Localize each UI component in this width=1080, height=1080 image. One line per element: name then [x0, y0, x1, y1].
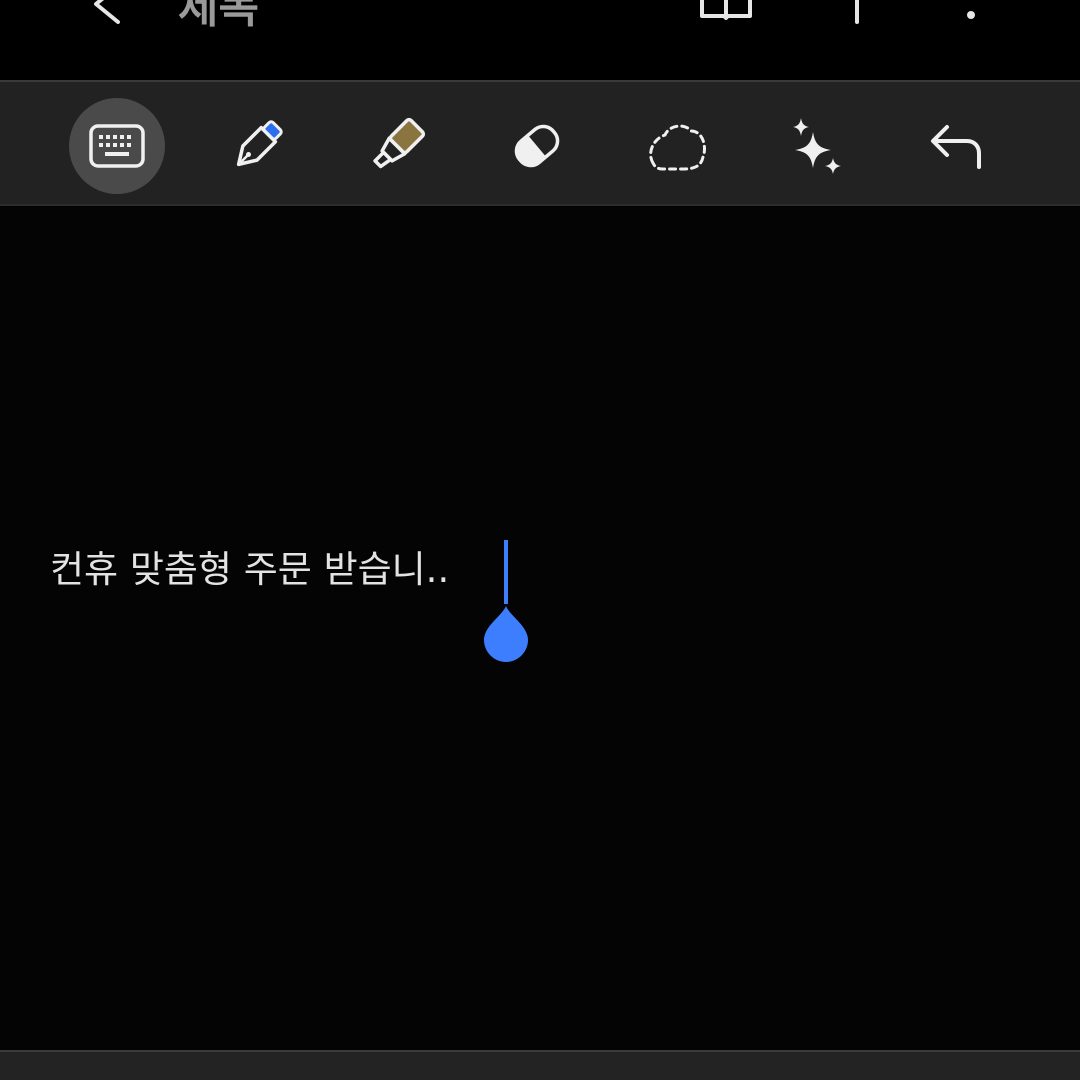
- book-icon: [700, 0, 752, 20]
- pen-tool-button[interactable]: [209, 98, 305, 194]
- share-button[interactable]: [840, 0, 874, 28]
- cursor-handle-icon: [484, 606, 528, 662]
- lasso-icon: [649, 124, 706, 171]
- keyboard-icon: [89, 124, 145, 168]
- text-cursor: [504, 540, 508, 604]
- pen-icon: [236, 120, 283, 167]
- sparkle-icon: [793, 118, 841, 174]
- app-bar: 제목: [0, 0, 1080, 80]
- lasso-tool-button[interactable]: [629, 98, 725, 194]
- more-icon: [967, 11, 975, 19]
- keyboard-tool-button[interactable]: [69, 98, 165, 194]
- more-options-button[interactable]: [956, 0, 986, 24]
- book-view-button[interactable]: [696, 0, 756, 20]
- notes-screen: 제목 컨휴 맞춤형 주문 받습니..: [0, 0, 1080, 1080]
- note-text[interactable]: 컨휴 맞춤형 주문 받습니..: [50, 546, 449, 594]
- share-icon: [855, 0, 859, 24]
- back-icon: [94, 0, 120, 24]
- page-title[interactable]: 제목: [178, 0, 259, 38]
- eraser-icon: [514, 124, 560, 168]
- back-button[interactable]: [84, 0, 128, 26]
- undo-icon: [931, 125, 981, 169]
- ai-assist-tool-button[interactable]: [769, 98, 865, 194]
- highlighter-icon: [373, 117, 426, 169]
- eraser-tool-button[interactable]: [489, 98, 585, 194]
- drawing-toolbar: [0, 80, 1080, 206]
- note-editor[interactable]: 컨휴 맞춤형 주문 받습니..: [0, 206, 1080, 1050]
- bottom-bar: [0, 1050, 1080, 1080]
- cursor-handle[interactable]: [480, 602, 532, 664]
- undo-button[interactable]: [909, 98, 1005, 194]
- highlighter-tool-button[interactable]: [349, 98, 445, 194]
